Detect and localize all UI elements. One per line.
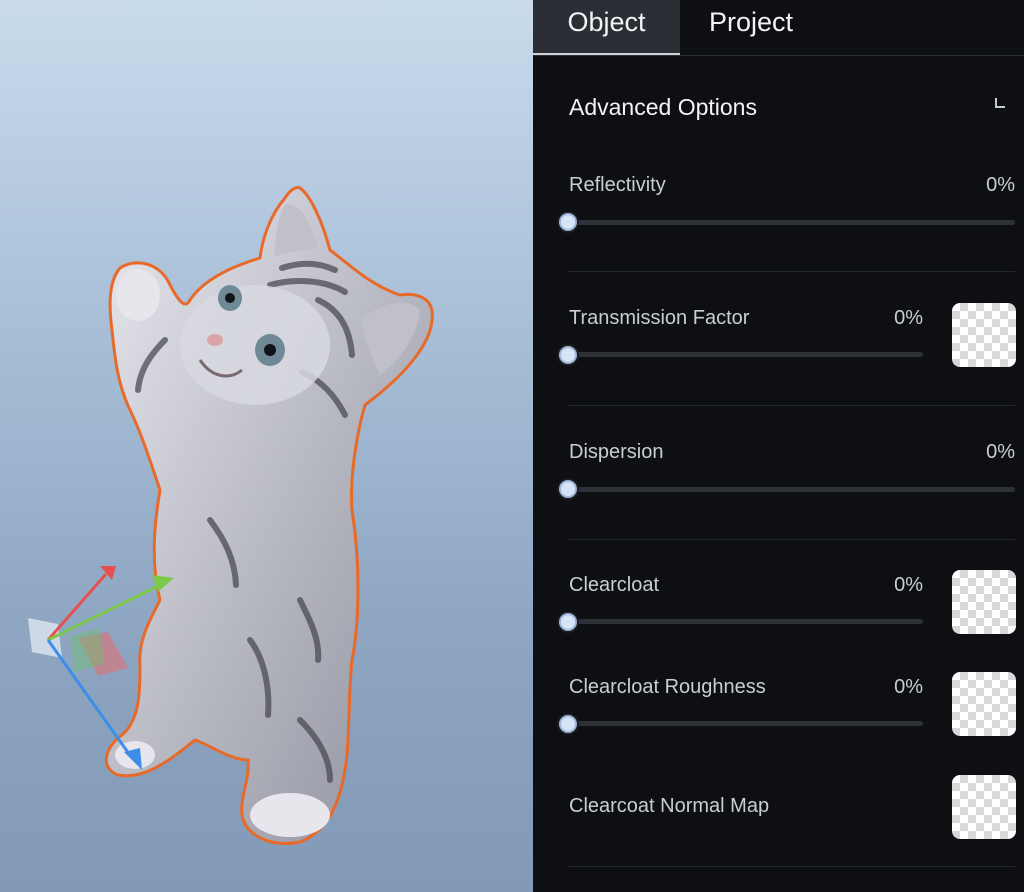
transmission-factor-value: 0% (894, 307, 923, 329)
transmission-factor-slider-thumb[interactable] (559, 346, 577, 364)
tab-bar: Object Project (533, 0, 1024, 56)
kitten-model[interactable] (105, 186, 434, 845)
transmission-factor-label: Transmission Factor (569, 307, 750, 329)
reflectivity-value: 0% (986, 174, 1015, 196)
clearcloat-roughness-slider-thumb[interactable] (559, 715, 577, 733)
clearcloat-label: Clearcloat (569, 574, 660, 596)
dispersion-value: 0% (986, 441, 1015, 463)
3d-viewport[interactable] (0, 0, 533, 892)
clearcloat-roughness-slider[interactable] (568, 721, 923, 726)
reflectivity-label: Reflectivity (569, 174, 666, 196)
clearcloat-slider[interactable] (568, 619, 923, 624)
collapse-icon[interactable] (993, 98, 1005, 110)
tab-project[interactable]: Project (709, 0, 793, 55)
divider (568, 539, 1015, 540)
clearcoat-normal-map-swatch[interactable] (952, 775, 1016, 839)
clearcloat-slider-thumb[interactable] (559, 613, 577, 631)
dispersion-slider-thumb[interactable] (559, 480, 577, 498)
dispersion-slider[interactable] (568, 487, 1015, 492)
transmission-texture-swatch[interactable] (952, 303, 1016, 367)
section-title: Advanced Options (569, 94, 757, 120)
reflectivity-slider[interactable] (568, 220, 1015, 225)
divider (568, 405, 1015, 406)
tab-object[interactable]: Object (533, 0, 680, 55)
clearcloat-roughness-texture-swatch[interactable] (952, 672, 1016, 736)
clearcloat-value: 0% (894, 574, 923, 596)
transmission-factor-slider[interactable] (568, 352, 923, 357)
divider (568, 866, 1015, 867)
clearcoat-normal-map-label: Clearcoat Normal Map (569, 795, 770, 817)
divider (568, 271, 1015, 272)
properties-panel: Object Project Advanced Options Reflecti… (533, 0, 1024, 892)
clearcloat-roughness-value: 0% (894, 676, 923, 698)
dispersion-label: Dispersion (569, 441, 664, 463)
clearcloat-roughness-label: Clearcloat Roughness (569, 676, 766, 698)
reflectivity-slider-thumb[interactable] (559, 213, 577, 231)
clearcloat-texture-swatch[interactable] (952, 570, 1016, 634)
